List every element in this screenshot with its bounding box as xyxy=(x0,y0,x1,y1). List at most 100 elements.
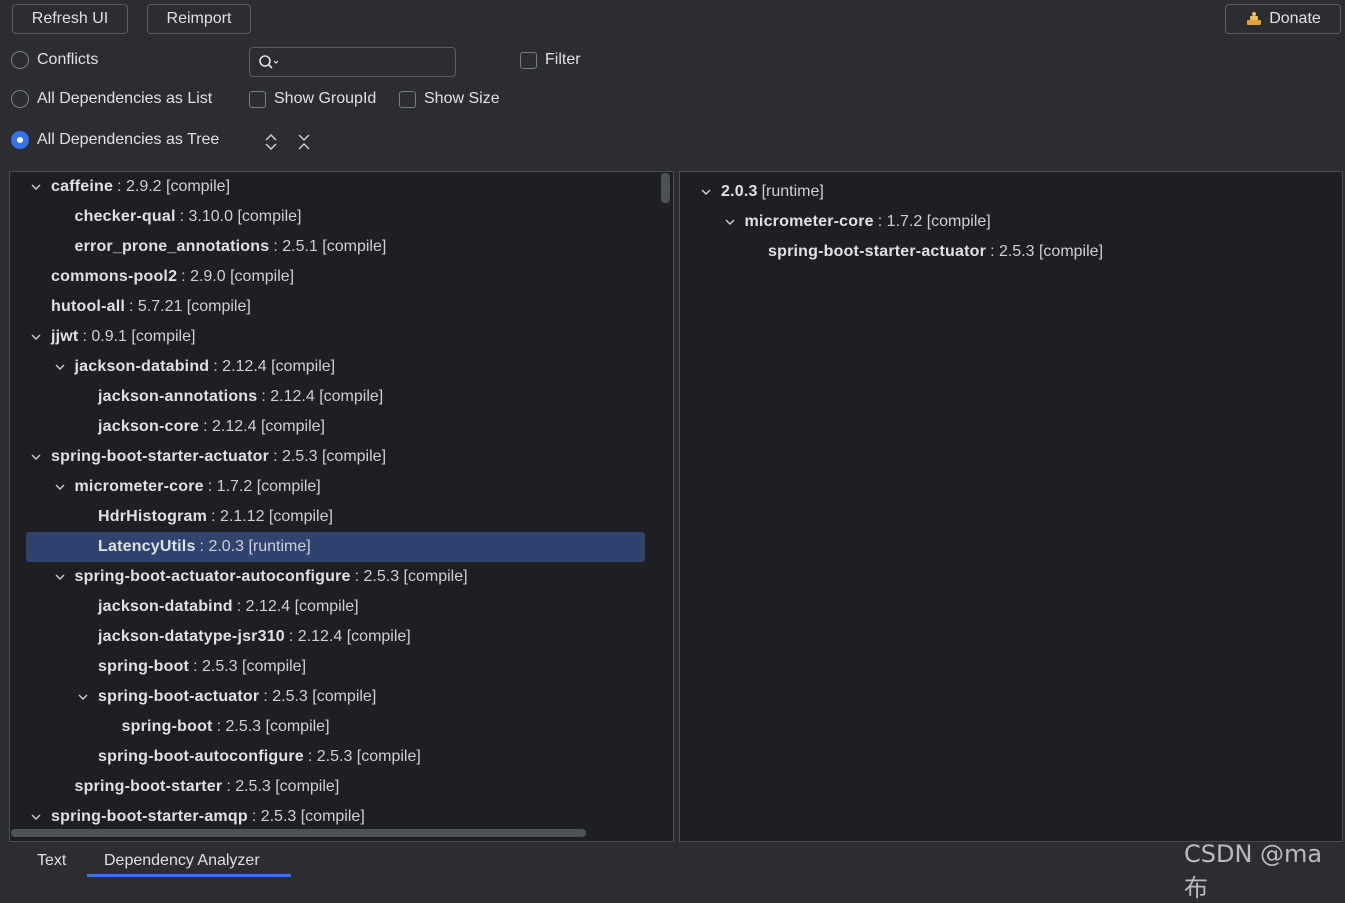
tree-node[interactable]: jjwt: 0.9.1 [compile] xyxy=(27,322,195,352)
watermark: CSDN @ma布 xyxy=(1184,840,1323,902)
tree-node[interactable]: jackson-databind: 2.12.4 [compile] xyxy=(74,592,359,622)
tree-node-name: checker-qual xyxy=(74,208,176,225)
tree-node-name: jackson-annotations xyxy=(98,388,258,405)
tree-node[interactable]: error_prone_annotations: 2.5.1 [compile] xyxy=(51,232,387,262)
tree-node-name: micrometer-core xyxy=(74,478,204,495)
tree-node-name: caffeine xyxy=(51,178,114,195)
tree-node-version: : 3.10.0 [compile] xyxy=(179,208,302,225)
tree-node-name: LatencyUtils xyxy=(98,538,196,555)
show-size-checkbox[interactable]: Show Size xyxy=(399,90,500,108)
chevron-down-icon[interactable] xyxy=(27,451,45,463)
tree-node[interactable]: spring-boot-actuator-autoconfigure: 2.5.… xyxy=(51,562,468,592)
tree-node-version: : 2.12.4 [compile] xyxy=(288,628,411,645)
expand-all-icon[interactable] xyxy=(261,132,281,152)
tree-node-version: : 2.12.4 [compile] xyxy=(261,388,384,405)
tree-label: All Dependencies as Tree xyxy=(37,131,220,148)
chevron-down-icon[interactable] xyxy=(51,481,69,493)
tree-node[interactable]: spring-boot: 2.5.3 [compile] xyxy=(74,652,306,682)
tree-node-version: : 2.0.3 [runtime] xyxy=(199,538,311,555)
tree-node[interactable]: caffeine: 2.9.2 [compile] xyxy=(27,172,230,202)
tree-node[interactable]: spring-boot-starter-amqp: 2.5.3 [compile… xyxy=(27,802,365,832)
tree-node[interactable]: 2.0.3 [runtime] xyxy=(697,177,824,207)
tree-node-version: : 1.7.2 [compile] xyxy=(877,213,991,230)
tree-node-version: : 2.5.3 [compile] xyxy=(193,658,307,675)
tree-node[interactable]: jackson-databind: 2.12.4 [compile] xyxy=(51,352,335,382)
tree-node[interactable]: hutool-all: 5.7.21 [compile] xyxy=(27,292,251,322)
tree-node-name: jjwt xyxy=(51,328,79,345)
horizontal-scrollbar[interactable] xyxy=(11,829,586,837)
tree-node-name: 2.0.3 xyxy=(721,183,758,200)
dependency-tree-panel[interactable]: caffeine: 2.9.2 [compile] checker-qual: 3… xyxy=(9,171,674,842)
tree-node[interactable]: spring-boot-starter-actuator: 2.5.3 [com… xyxy=(27,442,386,472)
chevron-down-icon[interactable] xyxy=(721,216,739,228)
chevron-down-icon[interactable] xyxy=(27,181,45,193)
vertical-scrollbar[interactable] xyxy=(661,173,670,203)
tree-node-version: : 2.5.1 [compile] xyxy=(273,238,387,255)
show-groupid-checkbox[interactable]: Show GroupId xyxy=(249,90,376,108)
tree-node[interactable]: HdrHistogram: 2.1.12 [compile] xyxy=(74,502,333,532)
refresh-ui-button[interactable]: Refresh UI xyxy=(12,4,128,34)
filter-label: Filter xyxy=(545,51,581,68)
tree-node[interactable]: spring-boot-autoconfigure: 2.5.3 [compil… xyxy=(74,742,421,772)
tree-node-version: : 2.5.3 [compile] xyxy=(354,568,468,585)
tree-node-version: : 2.5.3 [compile] xyxy=(251,808,365,825)
conflicts-radio[interactable]: Conflicts xyxy=(11,51,98,69)
tree-node-version: : 5.7.21 [compile] xyxy=(128,298,251,315)
tree-radio[interactable]: All Dependencies as Tree xyxy=(11,131,219,149)
chevron-down-icon[interactable] xyxy=(74,691,92,703)
tree-node-version: : 2.5.3 [compile] xyxy=(307,748,421,765)
tree-node-name: HdrHistogram xyxy=(98,508,208,525)
tree-node-version: : 2.12.4 [compile] xyxy=(236,598,359,615)
tree-node[interactable]: jackson-annotations: 2.12.4 [compile] xyxy=(74,382,383,412)
tree-node-name: spring-boot-starter-actuator xyxy=(768,243,987,260)
tree-node[interactable]: spring-boot-starter-actuator: 2.5.3 [com… xyxy=(744,237,1103,267)
conflicts-radio-indicator[interactable] xyxy=(11,51,29,69)
collapse-all-icon[interactable] xyxy=(294,132,314,152)
tree-node[interactable]: spring-boot: 2.5.3 [compile] xyxy=(98,712,330,742)
tab-dependency-analyzer[interactable]: Dependency Analyzer xyxy=(104,845,260,877)
tree-node[interactable]: jackson-core: 2.12.4 [compile] xyxy=(74,412,325,442)
tree-node-name: jackson-datatype-jsr310 xyxy=(98,628,285,645)
show-size-checkbox-box[interactable] xyxy=(399,90,416,108)
donate-button[interactable]: Donate xyxy=(1225,4,1341,34)
tab-text[interactable]: Text xyxy=(37,845,66,877)
list-radio-indicator[interactable] xyxy=(11,90,29,108)
show-groupid-checkbox-box[interactable] xyxy=(249,90,266,108)
tree-node[interactable]: commons-pool2: 2.9.0 [compile] xyxy=(27,262,294,292)
chevron-down-icon[interactable] xyxy=(51,571,69,583)
reimport-label: Reimport xyxy=(166,10,232,27)
search-field[interactable] xyxy=(249,47,456,77)
chevron-down-icon[interactable] xyxy=(27,331,45,343)
tree-node[interactable]: micrometer-core: 1.7.2 [compile] xyxy=(721,207,991,237)
tree-node-name: commons-pool2 xyxy=(51,268,178,285)
tree-node[interactable]: checker-qual: 3.10.0 [compile] xyxy=(51,202,302,232)
tree-node-name: error_prone_annotations xyxy=(74,238,270,255)
tree-radio-indicator[interactable] xyxy=(11,131,29,149)
tree-node-version: : 0.9.1 [compile] xyxy=(82,328,196,345)
chevron-down-icon[interactable] xyxy=(27,811,45,823)
tree-node-name: jackson-databind xyxy=(98,598,233,615)
tree-node[interactable]: micrometer-core: 1.7.2 [compile] xyxy=(51,472,321,502)
filter-checkbox-box[interactable] xyxy=(520,51,537,69)
list-radio[interactable]: All Dependencies as List xyxy=(11,90,212,108)
tree-node[interactable]: jackson-datatype-jsr310: 2.12.4 [compile… xyxy=(74,622,411,652)
tree-node-selected[interactable]: LatencyUtils: 2.0.3 [runtime] xyxy=(74,532,311,562)
tree-node-name: spring-boot-autoconfigure xyxy=(98,748,304,765)
tree-node-version: : 2.12.4 [compile] xyxy=(203,418,325,435)
tree-node-name: spring-boot-actuator-autoconfigure xyxy=(74,568,351,585)
chevron-down-icon[interactable] xyxy=(51,361,69,373)
tree-node-name: jackson-databind xyxy=(74,358,210,375)
conflicts-label: Conflicts xyxy=(37,51,99,68)
tree-node[interactable]: spring-boot-starter: 2.5.3 [compile] xyxy=(51,772,340,802)
reimport-button[interactable]: Reimport xyxy=(147,4,251,34)
tree-node-name: spring-boot xyxy=(121,718,213,735)
donate-icon xyxy=(1245,11,1263,27)
filter-checkbox[interactable]: Filter xyxy=(520,51,581,69)
show-size-label: Show Size xyxy=(424,90,500,107)
tree-node-version: : 2.5.3 [compile] xyxy=(273,448,387,465)
tree-node-name: spring-boot-starter-actuator xyxy=(51,448,270,465)
usages-tree-panel[interactable]: 2.0.3 [runtime] micrometer-core: 1.7.2 [co… xyxy=(679,171,1343,842)
search-input[interactable] xyxy=(284,52,444,72)
tree-node[interactable]: spring-boot-actuator: 2.5.3 [compile] xyxy=(74,682,376,712)
chevron-down-icon[interactable] xyxy=(697,186,715,198)
